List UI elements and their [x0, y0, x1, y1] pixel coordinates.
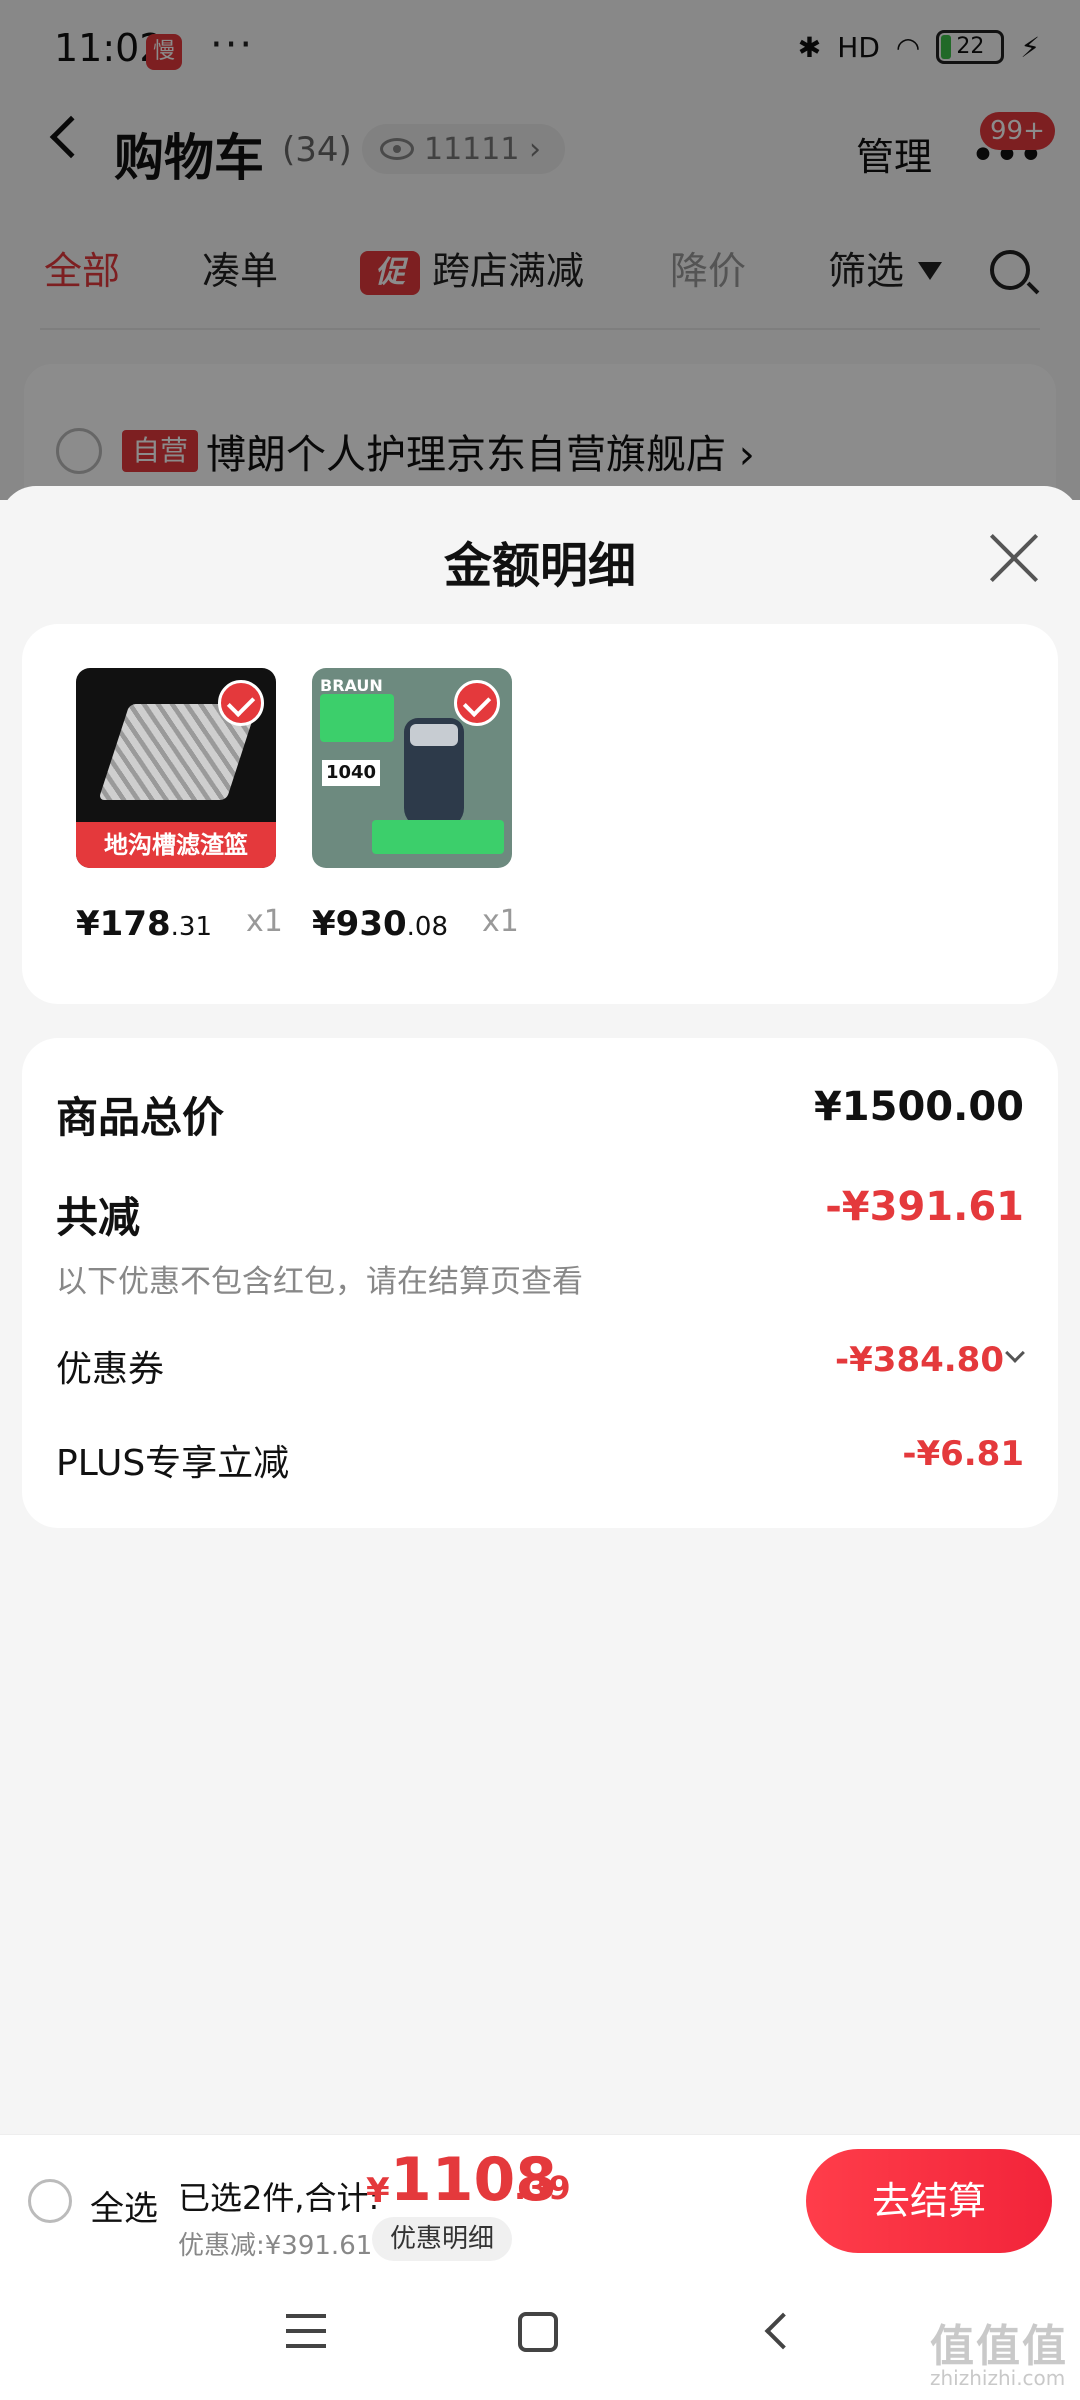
product-thumbnail: BRAUN 1040 [312, 668, 512, 868]
total-price-value: ¥1500.00 [813, 1084, 1024, 1130]
system-navigation-bar: 值值值 zhizhizhi.com [0, 2266, 1080, 2400]
price-integer: ¥178 [76, 904, 171, 944]
total-reduction-value: -¥391.61 [825, 1184, 1024, 1230]
chevron-down-icon[interactable] [1005, 1343, 1025, 1363]
total-reduction-label: 共减 [56, 1193, 141, 1242]
sheet-title: 金额明细 [443, 538, 636, 594]
item-price: ¥178.31 [76, 904, 212, 944]
thumbnail-label: 地沟槽滤渣篮 [76, 822, 276, 868]
select-all-label[interactable]: 全选 [90, 2181, 158, 2230]
recent-apps-icon[interactable] [286, 2314, 326, 2348]
amount-detail-sheet: 金额明细 地沟槽滤渣篮 ¥178.31 x1 BRAUN 1040 ¥930.0… [0, 486, 1080, 2134]
dim-overlay[interactable] [0, 0, 1080, 500]
item-quantity: x1 [482, 904, 519, 939]
promo-band [372, 820, 504, 854]
reduction-note: 以下优惠不包含红包，请在结算页查看 [56, 1264, 583, 1300]
item-quantity: x1 [246, 904, 283, 939]
selected-items-card: 地沟槽滤渣篮 ¥178.31 x1 BRAUN 1040 ¥930.08 x1 [22, 624, 1058, 1004]
item-price: ¥930.08 [312, 904, 448, 944]
checkout-button[interactable]: 去结算 [806, 2149, 1052, 2253]
product-thumbnail: 地沟槽滤渣篮 [76, 668, 276, 868]
plus-discount-value: -¥6.81 [902, 1434, 1024, 1474]
coupon-value: -¥384.80 [835, 1340, 1004, 1380]
checked-icon [218, 680, 264, 726]
total-currency: ¥ [366, 2171, 390, 2211]
price-decimal: .31 [170, 912, 212, 942]
coupon-label: 优惠券 [56, 1349, 165, 1390]
shaver-image [404, 718, 464, 828]
select-all-radio[interactable] [28, 2179, 72, 2223]
watermark: 值值值 [930, 2321, 1068, 2372]
brand-logo: BRAUN [320, 676, 383, 695]
price-summary-card: 商品总价 ¥1500.00 共减 -¥391.61 以下优惠不包含红包，请在结算… [22, 1038, 1058, 1528]
discount-summary: 优惠减:¥391.61 [178, 2231, 373, 2261]
selected-item[interactable]: 地沟槽滤渣篮 ¥178.31 x1 [76, 668, 283, 944]
watermark-url: zhizhizhi.com [930, 2366, 1066, 2390]
price-integer: ¥930 [312, 904, 407, 944]
home-icon[interactable] [518, 2312, 558, 2352]
system-back-icon[interactable] [764, 2312, 802, 2350]
plus-discount-label: PLUS专享立减 [56, 1443, 290, 1484]
selected-summary: 已选2件,合计: [178, 2179, 380, 2217]
price-decimal: .08 [406, 912, 448, 942]
checked-icon [454, 680, 500, 726]
thumbnail-price: 1040 [322, 760, 380, 786]
total-amount-decimal: .39 [514, 2169, 571, 2207]
selected-item[interactable]: BRAUN 1040 ¥930.08 x1 [312, 668, 519, 944]
checkout-bar: 全选 已选2件,合计: ¥ 1108 .39 优惠减:¥391.61 优惠明细 … [0, 2134, 1080, 2266]
promo-graphic [320, 694, 394, 742]
total-price-label: 商品总价 [56, 1093, 225, 1142]
close-icon[interactable] [986, 530, 1042, 586]
discount-detail-button[interactable]: 优惠明细 [372, 2217, 513, 2261]
